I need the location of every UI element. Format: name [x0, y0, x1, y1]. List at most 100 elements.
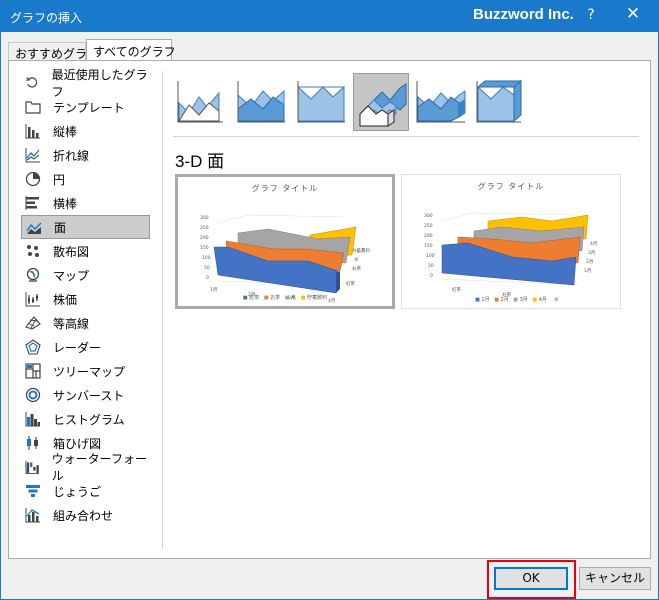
bar-chart-icon — [25, 196, 39, 210]
sidebar-item-label: 株価 — [53, 292, 78, 307]
sidebar-item-label: 組み合わせ — [53, 508, 114, 523]
sidebar-item-area[interactable]: 面 — [21, 215, 150, 239]
folder-icon — [25, 101, 41, 114]
tab-recommended-charts[interactable]: おすすめグラフ — [8, 42, 99, 61]
cancel-button[interactable]: キャンセル — [579, 567, 651, 590]
sidebar-item-label: 箱ひげ図 — [53, 436, 102, 451]
preview-legend: ■ 1月 ■ 2月 ■ 3月 ■ 4月 — [475, 297, 547, 303]
depth-label: 紅茶 — [346, 280, 355, 287]
sidebar-item-template[interactable]: テンプレート — [21, 95, 150, 119]
line-chart-icon — [25, 148, 40, 163]
sidebar-item-label: テンプレート — [53, 100, 125, 115]
sidebar-item-label: 縦棒 — [53, 124, 78, 139]
legend-label: お茶 — [270, 295, 281, 301]
ok-button[interactable]: OK — [494, 567, 568, 590]
sidebar-item-sunburst[interactable]: サンバースト — [21, 383, 150, 407]
y-tick-label: 250 — [424, 223, 433, 229]
sidebar-item-combo[interactable]: 組み合わせ — [21, 503, 150, 527]
surface-chart-icon — [25, 316, 41, 330]
sidebar-item-bar[interactable]: 横棒 — [21, 191, 150, 215]
chart-type-list: 最近使用したグラフ テンプレート 縦棒 折れ線 円 横棒 面 散布図 マップ 株… — [21, 68, 161, 527]
legend-label: 貯蓄飲料 — [307, 295, 328, 301]
percent-stacked-area-subtype-icon — [296, 81, 346, 123]
preview-legend: ■ 紅茶 ■ お茶 ■ 水 ■ 貯蓄飲料 — [242, 295, 328, 301]
sidebar-item-waterfall[interactable]: ウォーターフォール — [21, 452, 150, 483]
sidebar-item-radar[interactable]: レーダー — [21, 335, 150, 359]
all-charts-panel: 最近使用したグラフ テンプレート 縦棒 折れ線 円 横棒 面 散布図 マップ 株… — [8, 60, 651, 559]
sidebar-item-label: じょうご — [53, 484, 102, 499]
sidebar-divider — [162, 71, 163, 549]
subtype-3d-stacked-area-thumb[interactable] — [413, 73, 469, 131]
help-button[interactable]: ? — [583, 7, 599, 23]
sidebar-item-treemap[interactable]: ツリーマップ — [21, 359, 150, 383]
depth-label: 4月 — [590, 241, 597, 247]
recent-icon — [26, 77, 38, 88]
close-button[interactable]: ✕ — [623, 4, 643, 24]
x-tick-label: 1月 — [210, 287, 217, 293]
legend-label: 水 — [291, 295, 297, 301]
sidebar-item-stock[interactable]: 株価 — [21, 287, 150, 311]
sidebar-item-label: 円 — [53, 172, 66, 187]
gallery-divider — [173, 136, 639, 137]
histogram-chart-icon — [25, 412, 40, 427]
area-3d-subtype-icon — [359, 83, 407, 127]
insert-chart-dialog: グラフの挿入 Buzzword Inc. ? ✕ おすすめグラフ すべてのグラフ… — [0, 0, 659, 600]
column-chart-icon — [25, 124, 40, 139]
sidebar-item-label: 等高線 — [53, 316, 90, 331]
sidebar-item-surface[interactable]: 等高線 — [21, 311, 150, 335]
y-tick-label: 100 — [202, 255, 211, 261]
y-tick-label: 150 — [424, 243, 433, 249]
y-tick-label: 300 — [424, 213, 433, 219]
stock-chart-icon — [25, 292, 40, 307]
depth-label: 1月 — [584, 268, 591, 274]
legend-label: 4月 — [538, 297, 547, 303]
scatter-chart-icon — [27, 245, 39, 257]
depth-label: 2月 — [586, 259, 593, 265]
sidebar-item-map[interactable]: マップ — [21, 263, 150, 287]
y-tick-label: 50 — [428, 263, 434, 269]
funnel-chart-icon — [26, 485, 40, 497]
subtype-100-stacked-area-thumb[interactable] — [293, 73, 349, 131]
waterfall-chart-icon — [25, 460, 39, 474]
tab-all-charts[interactable]: すべてのグラフ — [86, 39, 176, 61]
preview-chart-3d-area: 300 250 200 150 100 50 0 紅茶 お茶 水 4月 3月 2… — [424, 212, 597, 303]
subtype-stacked-area-thumb[interactable] — [233, 73, 289, 131]
legend-label: 3月 — [519, 297, 528, 303]
sidebar-item-histogram[interactable]: ヒストグラム — [21, 407, 150, 431]
dialog-title: グラフの挿入 — [10, 11, 83, 25]
chart-preview-1[interactable]: グラフ タイトル 300 250 200 150 100 50 0 1月 2月 … — [175, 174, 395, 309]
depth-label: 水 — [354, 256, 359, 263]
y-tick-label: 200 — [200, 235, 209, 241]
combo-chart-icon — [25, 508, 40, 523]
box-whisker-chart-icon — [27, 436, 38, 450]
subtype-area-thumb[interactable] — [173, 73, 229, 131]
sidebar-item-pie[interactable]: 円 — [21, 167, 150, 191]
area-subtype-icon — [177, 81, 223, 123]
sidebar-item-recent[interactable]: 最近使用したグラフ — [21, 68, 150, 99]
map-chart-icon — [26, 267, 40, 282]
stacked-area-3d-subtype-icon — [416, 81, 466, 123]
y-tick-label: 300 — [200, 215, 209, 221]
subtype-3d-100-stacked-area-thumb[interactable] — [473, 73, 529, 131]
y-tick-label: 150 — [200, 245, 209, 251]
y-tick-label: 0 — [206, 275, 209, 281]
pie-chart-icon — [25, 171, 41, 187]
sidebar-item-scatter[interactable]: 散布図 — [21, 239, 150, 263]
sidebar-item-label: サンバースト — [53, 388, 125, 403]
subtype-3d-area-thumb[interactable] — [353, 73, 409, 131]
percent-stacked-area-3d-subtype-icon — [476, 79, 523, 123]
y-tick-label: 250 — [200, 225, 209, 231]
sidebar-item-line[interactable]: 折れ線 — [21, 143, 150, 167]
sidebar-item-label: ヒストグラム — [53, 412, 125, 427]
sidebar-item-column[interactable]: 縦棒 — [21, 119, 150, 143]
sidebar-item-funnel[interactable]: じょうご — [21, 479, 150, 503]
sidebar-item-label: 散布図 — [53, 244, 90, 259]
sidebar-item-label: マップ — [53, 268, 90, 283]
depth-label: 貯蓄費料 — [352, 247, 370, 254]
subtype-heading: 3-D 面 — [175, 152, 225, 171]
radar-chart-icon — [25, 339, 41, 355]
legend-label: 2月 — [500, 297, 509, 303]
title-bar: グラフの挿入 Buzzword Inc. ? ✕ — [1, 1, 658, 32]
treemap-chart-icon — [25, 363, 41, 379]
chart-preview-2[interactable]: グラフ タイトル 300 250 200 150 100 50 0 紅茶 お茶 … — [401, 174, 621, 309]
